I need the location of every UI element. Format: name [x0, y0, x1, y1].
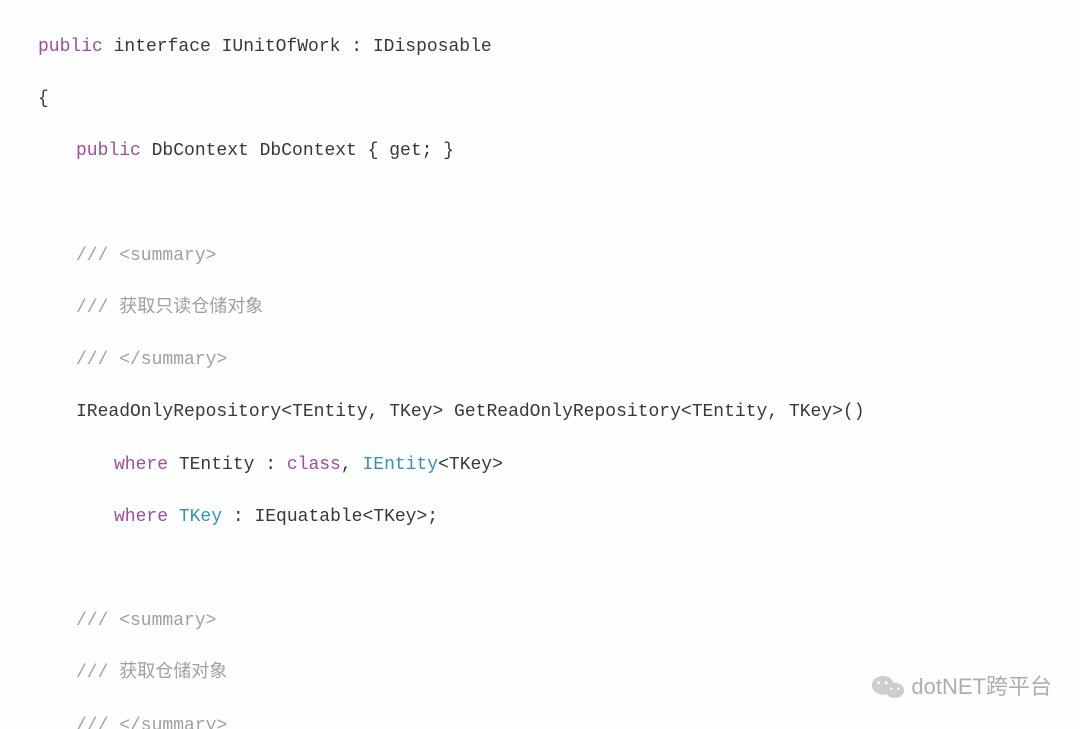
- type-ientity: IEntity: [362, 455, 438, 475]
- xml-comment: /// 获取只读仓储对象: [76, 298, 263, 318]
- brace-open: {: [38, 89, 49, 109]
- keyword-class: class: [287, 455, 341, 475]
- code-text: TEntity :: [168, 455, 287, 475]
- code-text: IReadOnlyRepository<TEntity, TKey> GetRe…: [76, 402, 865, 422]
- code-text: [168, 507, 179, 527]
- keyword-where: where: [114, 455, 168, 475]
- code-text: interface IUnitOfWork : IDisposable: [103, 37, 492, 57]
- xml-comment: /// </summary>: [76, 716, 227, 729]
- keyword-public: public: [76, 141, 141, 161]
- xml-comment: /// <summary>: [76, 611, 216, 631]
- xml-comment: /// <summary>: [76, 246, 216, 266]
- code-text: ,: [341, 455, 363, 475]
- code-text: <TKey>: [438, 455, 503, 475]
- xml-comment: /// 获取仓储对象: [76, 663, 227, 683]
- type-tkey: TKey: [179, 507, 222, 527]
- code-text: : IEquatable<TKey>;: [222, 507, 438, 527]
- code-block: public interface IUnitOfWork : IDisposab…: [0, 0, 1080, 729]
- keyword-public: public: [38, 37, 103, 57]
- xml-comment: /// </summary>: [76, 350, 227, 370]
- code-text: DbContext DbContext { get; }: [141, 141, 454, 161]
- keyword-where: where: [114, 507, 168, 527]
